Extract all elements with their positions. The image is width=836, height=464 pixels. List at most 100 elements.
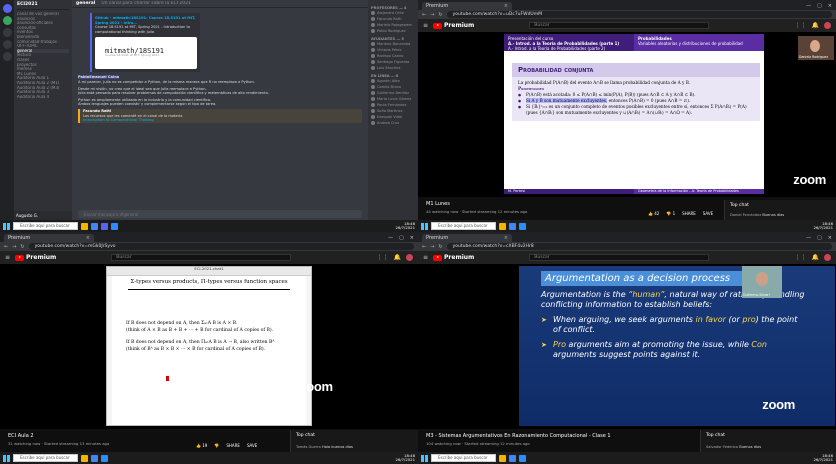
close-icon[interactable]: × <box>504 2 508 10</box>
discord-icon[interactable] <box>101 222 108 230</box>
browser-tab[interactable]: Premium × <box>4 234 94 242</box>
video-player[interactable]: ECI-2021-chat1 Σ-types versus products, … <box>0 264 418 429</box>
maximize-icon[interactable]: ▢ <box>817 2 822 10</box>
bell-icon[interactable]: 🔔 <box>394 254 401 261</box>
minimize-icon[interactable]: — <box>806 2 811 10</box>
taskbar-clock[interactable]: 18:46 26/7/2021 <box>396 453 415 463</box>
message-link[interactable]: Introduction to Computational Thinking <box>83 118 362 123</box>
avatar[interactable] <box>824 254 831 261</box>
forward-icon[interactable]: → <box>12 244 16 250</box>
url-field[interactable]: youtube.com/watch?v=cXBF4v2Hr8 <box>446 243 832 250</box>
apps-icon[interactable]: ⋮⋮ <box>377 254 389 261</box>
apps-icon[interactable]: ⋮⋮ <box>795 22 807 29</box>
embed-image[interactable]: mitmath/18S191 Course 18.S191 at MIT, Sp… <box>95 37 197 70</box>
add-server-icon[interactable] <box>2 52 12 61</box>
windows-start-icon[interactable] <box>3 222 10 230</box>
chrome-icon[interactable] <box>91 454 98 462</box>
menu-icon[interactable]: ≡ <box>423 254 428 261</box>
menu-icon[interactable]: ≡ <box>5 254 10 261</box>
member-item[interactable]: Luis Sánchez <box>371 65 415 71</box>
video-player[interactable]: Presentación del curso A.- Introd. a la … <box>418 32 836 197</box>
bell-icon[interactable]: 🔔 <box>812 254 819 261</box>
message-author[interactable]: PabloEmanuel Caino <box>78 75 120 80</box>
minimize-icon[interactable]: — <box>388 234 393 242</box>
back-icon[interactable]: ← <box>422 12 426 18</box>
file-explorer-icon[interactable] <box>81 454 88 462</box>
server-eci-icon[interactable] <box>2 16 12 25</box>
message-input[interactable]: Enviar mensaje a #general <box>78 210 362 218</box>
server-name[interactable]: ECI2021 <box>17 2 69 10</box>
windows-start-icon[interactable] <box>421 222 428 230</box>
maximize-icon[interactable]: ▢ <box>399 234 404 242</box>
zoom-icon[interactable] <box>101 454 108 462</box>
chat-header[interactable]: Top chat <box>291 430 418 441</box>
like-button[interactable]: 👍 19 <box>196 443 207 448</box>
file-explorer-icon[interactable] <box>81 222 88 230</box>
server-icon[interactable] <box>2 28 12 37</box>
video-player[interactable]: Argumentation as a decision process Argu… <box>418 264 836 429</box>
file-explorer-icon[interactable] <box>499 222 506 230</box>
close-icon[interactable]: × <box>86 234 90 242</box>
embed-title[interactable]: Github - mitmath/18S191: Course 18.S191 … <box>95 16 197 25</box>
discord-home-icon[interactable] <box>2 4 12 13</box>
url-field[interactable]: youtube.com/watch?v=mGk0JrSyvo <box>28 243 414 250</box>
reload-icon[interactable]: ↻ <box>438 244 442 250</box>
back-icon[interactable]: ← <box>4 244 8 250</box>
chrome-icon[interactable] <box>509 454 516 462</box>
url-field[interactable]: youtube.com/watch?v=uDc7uFWdUmM <box>446 11 832 18</box>
share-button[interactable]: SHARE <box>226 443 240 448</box>
browser-tab[interactable]: Premium × <box>422 234 512 242</box>
save-button[interactable]: SAVE <box>247 443 257 448</box>
voice-channel[interactable]: Auditorio Aula 4 <box>17 95 69 100</box>
taskbar-clock[interactable]: 18:46 26/7/2021 <box>396 221 415 231</box>
youtube-logo[interactable]: Premium <box>433 254 474 261</box>
search-input[interactable]: Buscar <box>529 22 710 29</box>
save-button[interactable]: SAVE <box>703 211 713 216</box>
youtube-logo[interactable]: Premium <box>15 254 56 261</box>
taskbar-clock[interactable]: 18:46 26/7/2021 <box>814 221 833 231</box>
server-icon[interactable] <box>2 40 12 49</box>
windows-start-icon[interactable] <box>3 454 10 462</box>
chrome-icon[interactable] <box>91 222 98 230</box>
chat-header[interactable]: Top chat <box>701 430 836 441</box>
like-button[interactable]: 👍 42 <box>648 211 659 216</box>
dislike-button[interactable]: 👎 1 <box>666 211 675 216</box>
youtube-logo[interactable]: Premium <box>433 22 474 29</box>
browser-tab[interactable]: Premium × <box>422 2 512 10</box>
forward-icon[interactable]: → <box>430 244 434 250</box>
share-button[interactable]: SHARE <box>682 211 696 216</box>
file-explorer-icon[interactable] <box>499 454 506 462</box>
chat-header[interactable]: Top chat <box>725 200 836 211</box>
minimize-icon[interactable]: — <box>806 234 811 242</box>
taskbar-search[interactable]: Escribe aquí para buscar <box>13 454 78 462</box>
zoom-icon[interactable] <box>519 222 526 230</box>
search-input[interactable]: Buscar <box>529 254 710 261</box>
reload-icon[interactable]: ↻ <box>20 244 24 250</box>
reload-icon[interactable]: ↻ <box>438 12 442 18</box>
chrome-icon[interactable] <box>509 222 516 230</box>
taskbar-clock[interactable]: 18:46 26/7/2021 <box>814 453 833 463</box>
forward-icon[interactable]: → <box>430 12 434 18</box>
close-icon[interactable]: × <box>504 234 508 242</box>
apps-icon[interactable]: ⋮⋮ <box>795 254 807 261</box>
close-window-icon[interactable]: × <box>828 2 832 10</box>
back-icon[interactable]: ← <box>422 244 426 250</box>
avatar[interactable] <box>406 254 413 261</box>
windows-start-icon[interactable] <box>421 454 428 462</box>
close-window-icon[interactable]: × <box>828 234 832 242</box>
close-window-icon[interactable]: × <box>410 234 414 242</box>
avatar[interactable] <box>824 22 831 29</box>
member-item[interactable]: Andrea Cruz <box>371 120 415 126</box>
bell-icon[interactable]: 🔔 <box>812 22 819 29</box>
user-name[interactable]: Augusto G. <box>16 213 38 218</box>
zoom-icon[interactable] <box>519 454 526 462</box>
taskbar-search[interactable]: Escribe aquí para buscar <box>13 222 78 230</box>
menu-icon[interactable]: ≡ <box>423 22 428 29</box>
taskbar-search[interactable]: Escribe aquí para buscar <box>431 454 496 462</box>
member-item[interactable]: Pablo Rodriguez <box>371 28 415 34</box>
zoom-icon[interactable] <box>111 222 118 230</box>
dislike-button[interactable]: 👎 <box>214 443 219 448</box>
taskbar-search[interactable]: Escribe aquí para buscar <box>431 222 496 230</box>
search-input[interactable]: Buscar <box>111 254 292 261</box>
maximize-icon[interactable]: ▢ <box>817 234 822 242</box>
